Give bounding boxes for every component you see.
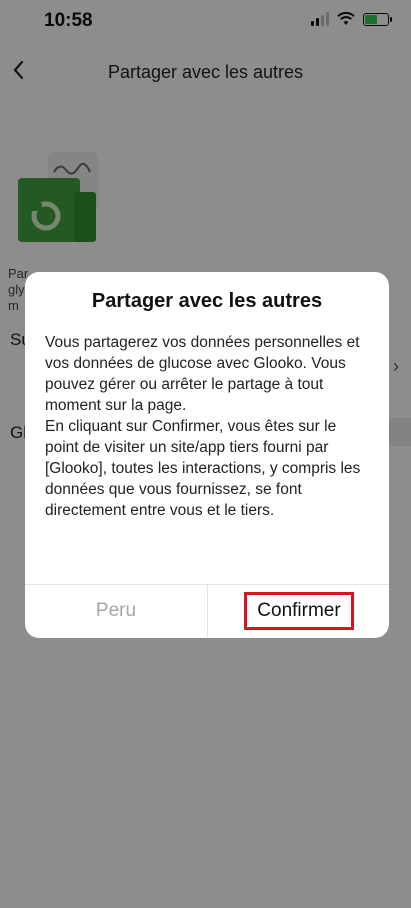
confirmation-dialog: Partager avec les autres Vous partagerez… (25, 272, 389, 638)
dialog-message: Vous partagerez vos données personnelles… (45, 334, 361, 519)
confirm-button-label: Confirmer (244, 592, 354, 630)
confirm-button[interactable]: Confirmer (208, 584, 389, 638)
dialog-title: Partager avec les autres (91, 290, 323, 312)
cancel-button[interactable]: Peru (25, 584, 207, 638)
